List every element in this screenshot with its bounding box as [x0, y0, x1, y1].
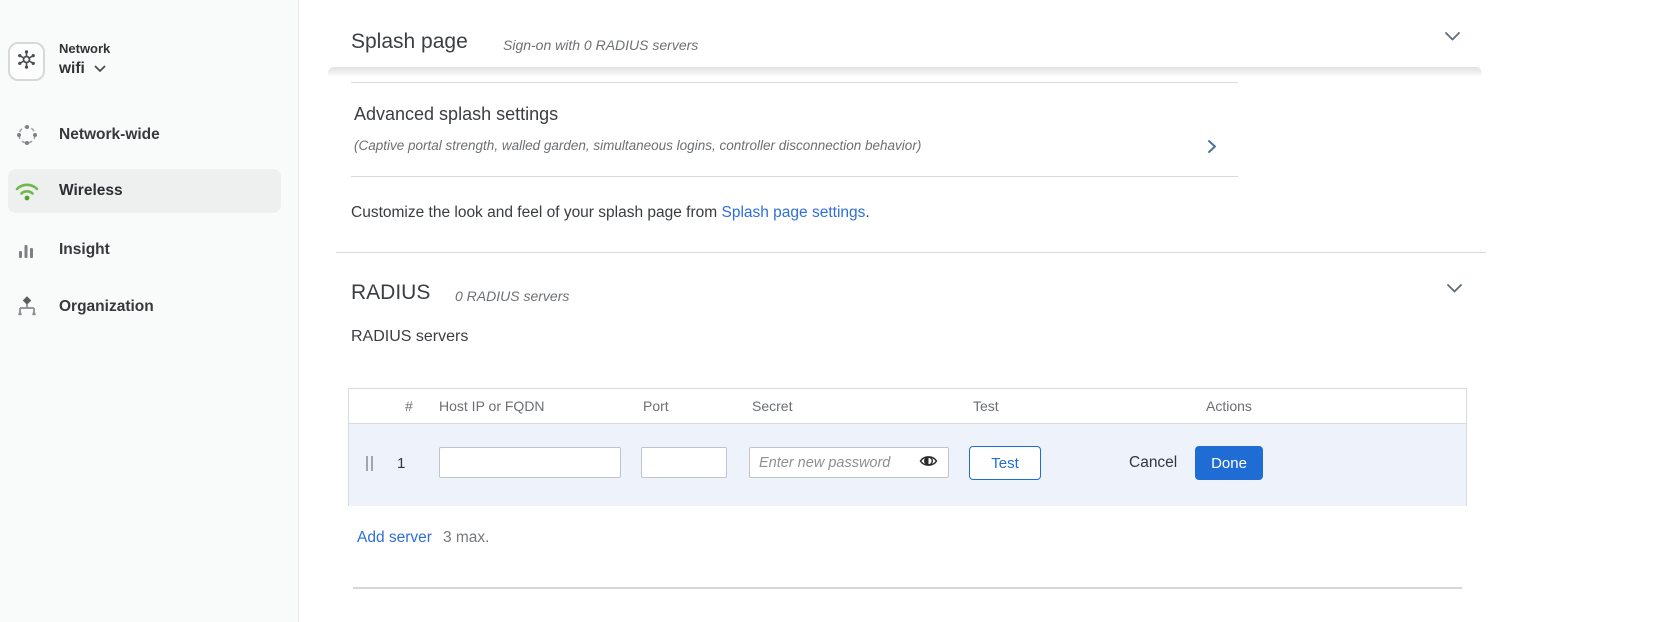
host-ip-input[interactable]: [439, 447, 621, 478]
done-button[interactable]: Done: [1195, 446, 1263, 480]
radius-servers-table: # Host IP or FQDN Port Secret Test Actio…: [348, 388, 1467, 506]
splash-page-settings-link[interactable]: Splash page settings: [721, 204, 865, 221]
col-header-actions: Actions: [1206, 398, 1252, 414]
chevron-down-icon: [94, 60, 106, 78]
sidebar-item-label: Insight: [59, 241, 110, 258]
splash-collapse-chevron-down-icon[interactable]: [1444, 29, 1461, 47]
show-password-eye-icon[interactable]: [919, 454, 938, 473]
radius-collapse-chevron-down-icon[interactable]: [1446, 281, 1463, 299]
port-input[interactable]: [641, 447, 727, 478]
insight-icon: [14, 237, 40, 263]
chevron-right-icon[interactable]: [1207, 139, 1217, 159]
network-selector-value: wifi: [59, 60, 85, 77]
scroll-shadow: [328, 67, 1482, 77]
bottom-divider: [353, 587, 1462, 589]
network-label: Network: [59, 41, 111, 56]
wireless-icon: [14, 178, 40, 204]
network-selector[interactable]: wifi: [59, 60, 106, 78]
sidebar-item-label: Wireless: [59, 182, 123, 199]
col-header-number: #: [405, 398, 413, 414]
sidebar-item-insight[interactable]: Insight: [0, 228, 281, 272]
add-server-row: Add server 3 max.: [357, 529, 489, 547]
sidebar-item-organization[interactable]: Organization: [0, 285, 281, 329]
section-divider: [336, 252, 1486, 253]
add-server-link[interactable]: Add server: [357, 529, 432, 546]
customize-text: Customize the look and feel of your spla…: [351, 204, 722, 221]
organization-icon: [14, 294, 40, 320]
splash-page-title: Splash page: [351, 30, 468, 53]
col-header-port: Port: [643, 398, 669, 414]
col-header-secret: Secret: [752, 398, 793, 414]
customize-splash-text: Customize the look and feel of your spla…: [351, 204, 870, 222]
network-hub-icon: [15, 48, 38, 76]
table-row: 1 Test Cancel Done: [349, 423, 1466, 506]
drag-handle-icon[interactable]: [366, 456, 374, 471]
col-header-test: Test: [973, 398, 999, 414]
max-servers-note: 3 max.: [442, 529, 490, 546]
splash-page-subtitle: Sign-on with 0 RADIUS servers: [503, 37, 699, 53]
radius-subtitle: 0 RADIUS servers: [455, 288, 570, 304]
network-logo: [8, 42, 45, 81]
sidebar-item-label: Organization: [59, 298, 154, 315]
customize-suffix: .: [865, 204, 870, 221]
network-wide-icon: [14, 122, 40, 148]
sidebar-item-wireless[interactable]: Wireless: [8, 169, 281, 213]
advanced-splash-settings-row[interactable]: Advanced splash settings (Captive portal…: [351, 82, 1238, 177]
radius-servers-label: RADIUS servers: [351, 328, 469, 345]
test-button[interactable]: Test: [969, 446, 1041, 480]
radius-title: RADIUS: [351, 281, 431, 304]
advanced-splash-settings-title: Advanced splash settings: [354, 104, 559, 124]
row-number: 1: [397, 455, 406, 472]
advanced-splash-settings-description: (Captive portal strength, walled garden,…: [354, 138, 922, 153]
cancel-button[interactable]: Cancel: [1129, 446, 1177, 480]
col-header-host: Host IP or FQDN: [439, 398, 545, 414]
sidebar-item-label: Network-wide: [59, 126, 160, 143]
sidebar: Network wifi Network-wide Wireless Insig…: [0, 0, 299, 622]
sidebar-item-network-wide[interactable]: Network-wide: [0, 113, 281, 157]
